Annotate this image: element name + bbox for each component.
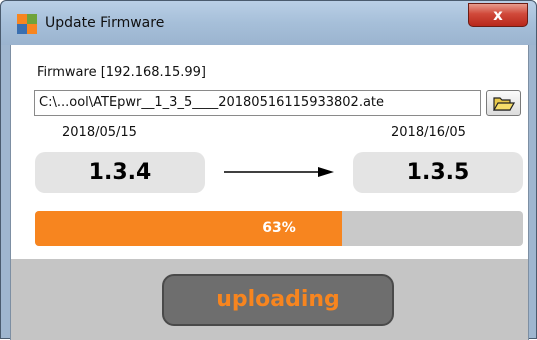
arrow-right-icon xyxy=(224,167,334,177)
upload-progress-bar: 63% xyxy=(35,211,523,246)
title-bar[interactable]: Update Firmware x xyxy=(1,1,536,45)
dialog-body: Firmware [192.168.15.99] C:\...ool\ATEpw… xyxy=(10,45,529,340)
window-title: Update Firmware xyxy=(45,15,165,31)
target-firmware-date: 2018/16/05 xyxy=(391,125,466,140)
progress-percent-label: 63% xyxy=(262,220,296,236)
open-folder-icon xyxy=(493,97,515,111)
current-firmware-date: 2018/05/15 xyxy=(62,125,137,140)
current-version-box: 1.3.4 xyxy=(35,152,205,193)
close-button[interactable]: x xyxy=(468,3,528,27)
action-footer: uploading xyxy=(11,259,528,340)
update-firmware-window: Update Firmware x Firmware [192.168.15.9… xyxy=(0,0,537,340)
uploading-button[interactable]: uploading xyxy=(162,274,394,326)
firmware-label: Firmware [192.168.15.99] xyxy=(37,65,206,80)
browse-button[interactable] xyxy=(486,90,521,116)
target-version-box: 1.3.5 xyxy=(353,152,523,193)
firmware-path-field[interactable]: C:\...ool\ATEpwr__1_3_5____2018051611593… xyxy=(34,90,481,116)
app-icon xyxy=(17,14,37,34)
